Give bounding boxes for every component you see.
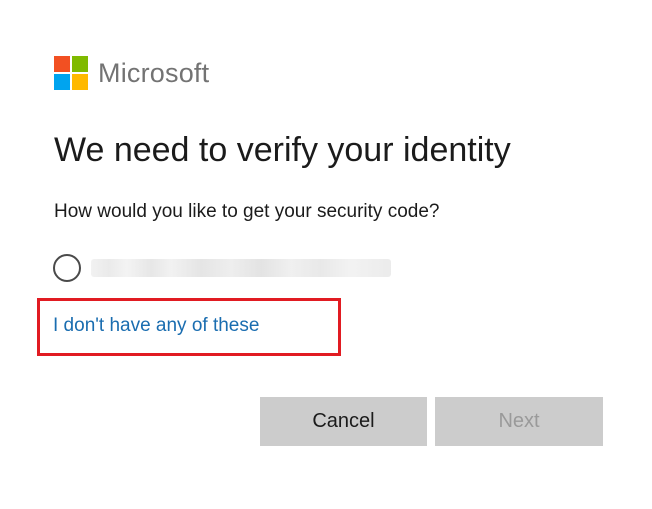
page-subtitle: How would you like to get your security … bbox=[54, 201, 440, 222]
obscured-contact-label bbox=[91, 259, 391, 277]
cancel-button[interactable]: Cancel bbox=[260, 397, 427, 446]
brand-header: Microsoft bbox=[54, 56, 209, 90]
no-option-link[interactable]: I don't have any of these bbox=[53, 313, 259, 339]
logo-square-yellow bbox=[72, 74, 88, 90]
brand-name: Microsoft bbox=[98, 58, 210, 88]
logo-square-blue bbox=[54, 74, 70, 90]
microsoft-logo-icon bbox=[54, 56, 88, 90]
identity-verification-dialog: Microsoft We need to verify your identit… bbox=[0, 0, 652, 509]
verification-option[interactable] bbox=[53, 254, 391, 282]
next-button[interactable]: Next bbox=[435, 397, 603, 446]
logo-square-red bbox=[54, 56, 70, 72]
page-title: We need to verify your identity bbox=[54, 131, 511, 169]
logo-square-green bbox=[72, 56, 88, 72]
option-radio[interactable] bbox=[53, 254, 81, 282]
